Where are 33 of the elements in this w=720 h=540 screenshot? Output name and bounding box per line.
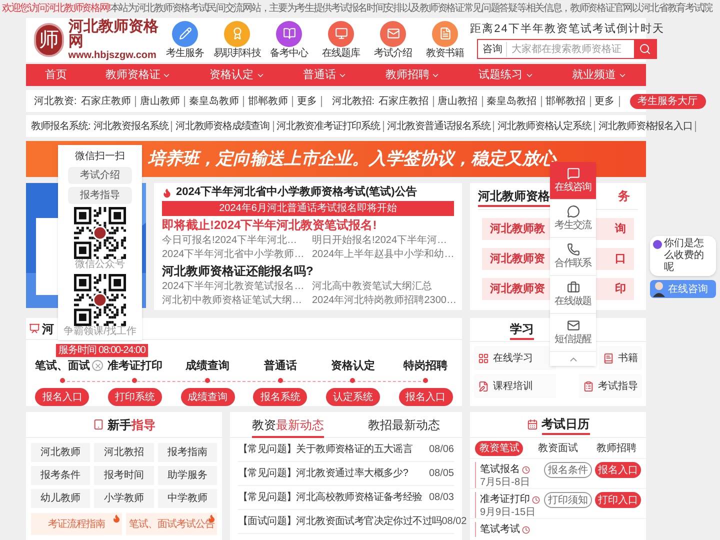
- card-title: 河: [42, 320, 54, 338]
- step-label: 普通话: [264, 359, 297, 373]
- step-label: 笔试、面试: [34, 359, 90, 373]
- search-label: 咨询: [478, 42, 508, 57]
- news-date: 08/02: [442, 515, 467, 529]
- links-label: 河北教招:: [332, 94, 375, 108]
- qr-caption: 微信公众号: [75, 259, 125, 271]
- panel-title-end: 务: [618, 188, 631, 205]
- news-date: 08/03: [428, 491, 454, 505]
- service-hours-badge: 服务时间 08:00-24:00: [56, 344, 148, 357]
- event-name: 准考证打印: [480, 492, 530, 507]
- step-label: 准考证打印: [107, 359, 162, 373]
- popup-title: 微信扫一扫: [75, 150, 125, 164]
- step-label: 特岗招聘: [404, 359, 448, 373]
- card-title: 考试日历: [542, 414, 590, 434]
- qr-caption: 争霸领课/找工作: [64, 326, 136, 338]
- site-url: www.hbjszgw.com: [68, 51, 158, 61]
- event-date: 7月5日-8日: [480, 477, 530, 489]
- site-name: 河北教师资格网: [68, 19, 160, 49]
- event-name: 笔试报名: [480, 462, 520, 477]
- news-date: 08/06: [428, 443, 454, 457]
- links-label: 教师报名系统:: [31, 120, 90, 134]
- card-title: 新手指导: [108, 416, 156, 434]
- news-date: 08/05: [428, 467, 454, 481]
- links-label: 河北教资:: [34, 94, 77, 108]
- event-name: 笔试考试: [480, 522, 520, 537]
- logo-mark: 师: [34, 23, 64, 57]
- notice-text: 欢迎您访问河北教师资格网!本站为河北教师资格考试民间交流网站，主要为考生提供考试报名时间安排以及教师资格证常见问题答疑等相关信息，教师资格证官网以河北省教育考试院: [1, 2, 714, 16]
- event-date: 9月9日-15日: [480, 507, 537, 519]
- step-label: 成绩查询: [186, 359, 230, 373]
- step-label: 资格认定: [330, 359, 375, 373]
- countdown-text: 距离24下半年教资笔试考试倒计时天: [470, 22, 664, 37]
- card-title: 学习: [510, 320, 534, 340]
